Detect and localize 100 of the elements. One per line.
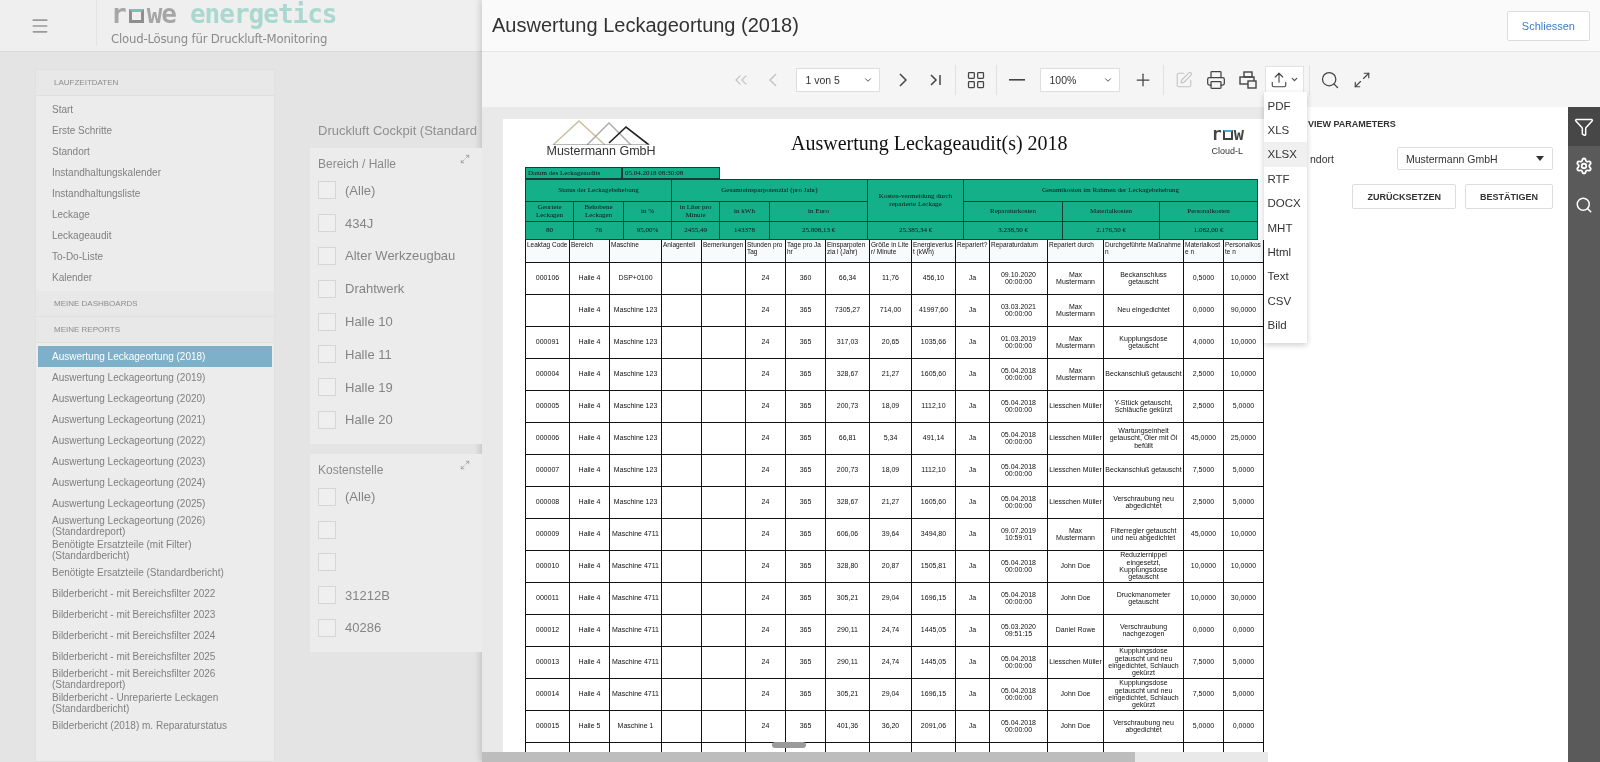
grid-icon xyxy=(965,69,986,90)
report-title: Auswertung Leckageaudit(s) 2018 xyxy=(791,133,1068,153)
location-select[interactable]: Mustermann GmbH xyxy=(1397,147,1553,170)
caret-icon xyxy=(1289,75,1299,84)
checkbox[interactable] xyxy=(318,279,336,298)
upload-icon xyxy=(1269,70,1288,89)
checkbox[interactable] xyxy=(318,618,336,637)
checkbox[interactable] xyxy=(318,312,336,331)
sidebar-item[interactable]: Erste Schritte xyxy=(38,120,272,141)
sidebar-item[interactable]: Bilderbericht (2018) m. Reparaturstatus xyxy=(38,715,272,736)
page-select[interactable]: 1 von 5 xyxy=(795,67,880,92)
brand-square-icon xyxy=(1222,130,1233,140)
sidebar-item[interactable]: Auswertung Leckageortung (2022) xyxy=(38,430,272,451)
sidebar-item[interactable]: Leckageaudit xyxy=(38,225,272,246)
sidebar-item[interactable]: Auswertung Leckageortung (2023) xyxy=(38,451,272,472)
checkbox[interactable] xyxy=(318,247,336,265)
checkbox[interactable] xyxy=(318,520,336,539)
checkbox[interactable] xyxy=(318,214,336,233)
chevron-right-icon xyxy=(898,72,907,87)
sidebar-item[interactable]: To-Do-Liste xyxy=(38,246,272,267)
export-option[interactable]: Bild xyxy=(1263,313,1307,338)
parameters-title: VIEW PARAMETERS xyxy=(1308,119,1396,129)
sidebar-item[interactable]: Auswertung Leckageortung (2019) xyxy=(38,367,272,388)
checkbox[interactable] xyxy=(318,553,336,572)
filter-title: Bereich / Halle xyxy=(318,156,397,173)
sidebar-item[interactable]: Instandhaltungskalender xyxy=(38,162,272,183)
sidebar-item[interactable]: Auswertung Leckageortung (2026) (Standardreport) xyxy=(38,514,272,538)
gear-icon xyxy=(1575,156,1593,175)
logo-text: energetics xyxy=(189,1,337,27)
sidebar-item[interactable]: Bilderbericht - Unreparierte Leckagen (Standardbericht) xyxy=(38,691,272,715)
filter-tab[interactable] xyxy=(1568,107,1600,146)
logo-text: r xyxy=(111,1,126,27)
mountains-logo-icon xyxy=(551,119,651,145)
filter-icon xyxy=(1574,116,1594,137)
filter-option: Drahtwerk xyxy=(345,281,405,297)
filter-option: Halle 10 xyxy=(345,314,393,330)
sidebar-section-header: MEINE REPORTS xyxy=(36,317,274,343)
sidebar-item[interactable]: Bilderbericht - mit Bereichsfilter 2024 xyxy=(38,625,272,646)
dashboard-title: Druckluft Cockpit (Standard xyxy=(318,123,477,138)
printer-page-icon xyxy=(1237,69,1258,90)
sidebar-item[interactable]: Bilderbericht - mit Bereichsfilter 2026 (Standardreport) xyxy=(38,667,272,691)
brand-text: w xyxy=(1233,127,1245,141)
export-button[interactable] xyxy=(1264,65,1304,94)
sidebar-item[interactable]: Bilderbericht - mit Bereichsfilter 2025 xyxy=(38,646,272,667)
sidebar-item[interactable]: Bilderbericht - mit Bereichsfilter 2023 xyxy=(38,604,272,625)
sidebar-item[interactable]: Benötigte Ersatzteile (Standardbericht) xyxy=(38,562,272,583)
confirm-button[interactable]: BESTÄTIGEN xyxy=(1465,184,1553,209)
scrollbar-thumb[interactable] xyxy=(772,742,806,748)
checkbox[interactable] xyxy=(318,487,336,506)
expand-icon[interactable] xyxy=(460,460,470,471)
edit-icon xyxy=(1174,70,1193,89)
sidebar-item[interactable]: Bilderbericht - mit Bereichsfilter 2022 xyxy=(38,583,272,604)
zoom-select[interactable]: 100% xyxy=(1039,67,1120,92)
filter-option: 31212B xyxy=(345,587,390,603)
sidebar-item[interactable]: Start xyxy=(38,99,272,120)
logo-tagline: Cloud-Lösung für Druckluft-Monitoring xyxy=(111,31,329,46)
export-option[interactable]: PDF xyxy=(1263,93,1307,118)
viewer-title: Auswertung Leckageortung (2018) xyxy=(492,14,799,37)
logo-text: we xyxy=(146,1,176,27)
checkbox[interactable] xyxy=(318,410,336,429)
filter-option: (Alle) xyxy=(345,182,376,198)
sidebar-item[interactable]: Instandhaltungsliste xyxy=(38,183,272,204)
expand-icon xyxy=(1352,70,1371,89)
sidebar-item[interactable]: Kalender xyxy=(38,267,272,288)
caret-icon xyxy=(1536,156,1544,161)
reset-button[interactable]: ZURÜCKSETZEN xyxy=(1352,184,1456,209)
filter-option: (Alle) xyxy=(345,489,376,505)
sidebar-item[interactable]: Leckage xyxy=(38,204,272,225)
filter-option: Alter Werkzeugbau xyxy=(345,248,456,264)
close-button[interactable]: Schliessen xyxy=(1506,10,1590,41)
sidebar-item[interactable]: Standort xyxy=(38,141,272,162)
checkbox[interactable] xyxy=(318,378,336,397)
menu-icon[interactable] xyxy=(30,16,50,36)
field-label: ndort xyxy=(1310,152,1334,165)
sidebar-section-header: MEINE DASHBOARDS xyxy=(36,291,274,317)
export-option[interactable]: Text xyxy=(1263,264,1307,289)
sidebar-item[interactable]: Auswertung Leckageortung (2020) xyxy=(38,388,272,409)
expand-icon[interactable] xyxy=(460,154,470,164)
filter-option: 40286 xyxy=(345,620,382,636)
filter-option: Halle 11 xyxy=(345,346,392,362)
export-option[interactable]: XLSX xyxy=(1263,142,1307,167)
sidebar-section-header: LAUFZEITDATEN xyxy=(36,70,274,96)
checkbox[interactable] xyxy=(318,181,336,200)
search-icon xyxy=(1575,195,1593,214)
search-icon xyxy=(1319,69,1340,90)
printer-icon xyxy=(1205,69,1226,90)
checkbox[interactable] xyxy=(318,345,336,364)
sidebar-item[interactable]: Auswertung Leckageortung (2024) xyxy=(38,472,272,493)
export-option[interactable]: DOCX xyxy=(1263,191,1307,216)
sidebar-item[interactable]: Benötigte Ersatzteile (mit Filter) (Standardbericht) xyxy=(38,538,272,562)
checkbox[interactable] xyxy=(318,586,336,605)
filter-title: Kostenstelle xyxy=(318,462,384,480)
sidebar-item[interactable]: Auswertung Leckageortung (2025) xyxy=(38,493,272,514)
logo-square-icon xyxy=(128,9,144,23)
minus-icon xyxy=(1008,78,1025,81)
export-option[interactable]: MHT xyxy=(1263,215,1307,240)
company-name: Mustermann GmbH xyxy=(546,145,656,158)
filter-option: 434J xyxy=(345,215,374,231)
sidebar-item[interactable]: Auswertung Leckageortung (2021) xyxy=(38,409,272,430)
sidebar-item[interactable]: Auswertung Leckageortung (2018) xyxy=(38,346,272,367)
